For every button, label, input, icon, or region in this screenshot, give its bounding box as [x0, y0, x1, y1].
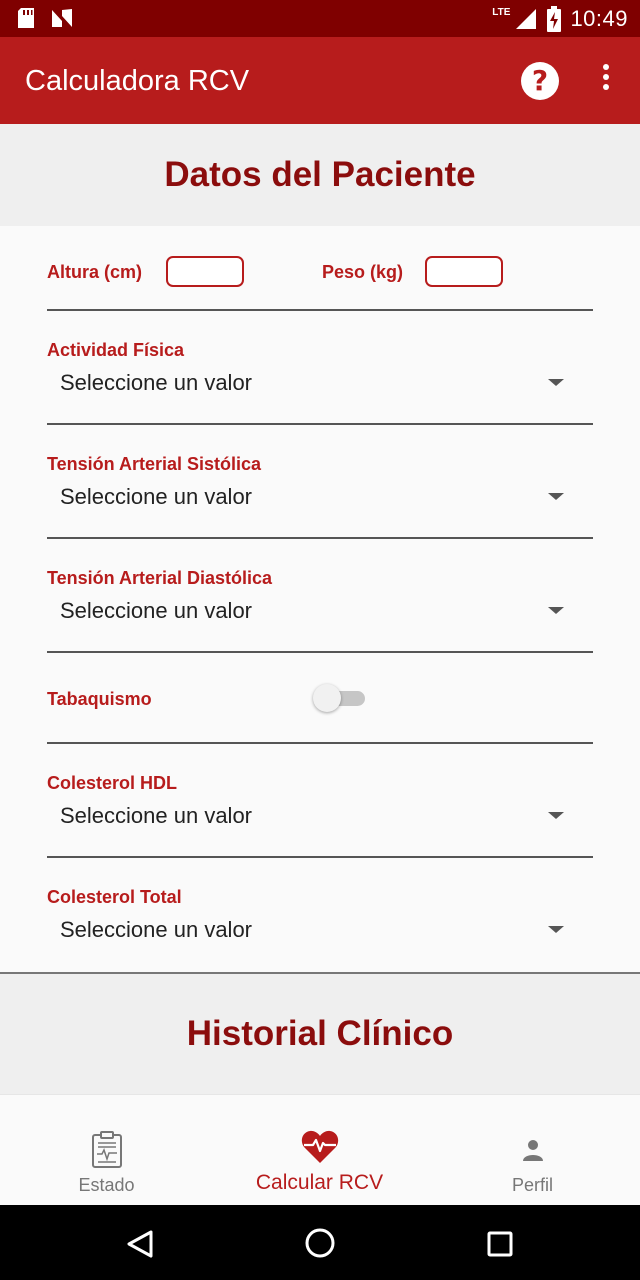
actividad-value: Seleccione un valor	[60, 370, 253, 395]
hdl-value: Seleccione un valor	[60, 803, 253, 828]
divider	[47, 309, 593, 311]
history-section-header[interactable]: Historial Clínico	[0, 972, 640, 1094]
peso-label: Peso (kg)	[322, 262, 404, 282]
chevron-down-icon	[548, 812, 564, 819]
sistolica-value: Seleccione un valor	[60, 484, 253, 509]
diastolica-value: Seleccione un valor	[60, 598, 253, 623]
back-icon[interactable]	[126, 1229, 154, 1259]
tabaquismo-toggle[interactable]	[313, 682, 367, 714]
history-section-title: Historial Clínico	[186, 1014, 454, 1053]
chevron-down-icon	[548, 493, 564, 500]
total-label: Colesterol Total	[47, 887, 182, 907]
nav-calcular-label: Calcular RCV	[255, 1171, 384, 1194]
more-vert-icon[interactable]	[596, 64, 616, 98]
sistolica-label: Tensión Arterial Sistólica	[47, 454, 262, 474]
hdl-label: Colesterol HDL	[47, 773, 178, 793]
altura-input[interactable]	[166, 256, 244, 287]
diastolica-label: Tensión Arterial Diastólica	[47, 568, 273, 588]
app-title: Calculadora RCV	[25, 65, 250, 97]
notification-n-icon	[52, 9, 72, 27]
home-icon[interactable]	[304, 1227, 336, 1259]
chevron-down-icon	[548, 926, 564, 933]
tabaquismo-label: Tabaquismo	[47, 689, 152, 709]
heart-pulse-icon	[301, 1130, 338, 1163]
battery-charging-icon	[547, 6, 562, 32]
divider	[47, 651, 593, 653]
patient-form: Altura (cm) Peso (kg) Actividad Física S…	[0, 226, 640, 972]
sd-card-icon	[18, 8, 34, 28]
chevron-down-icon	[548, 607, 564, 614]
peso-input[interactable]	[425, 256, 503, 287]
person-icon	[522, 1140, 543, 1161]
clipboard-icon	[91, 1131, 122, 1168]
nav-perfil-label: Perfil	[511, 1175, 553, 1195]
divider	[47, 742, 593, 744]
clock: 10:49	[570, 6, 628, 31]
help-circle-icon[interactable]: ?	[521, 62, 559, 100]
divider	[47, 537, 593, 539]
system-navigation-bar	[0, 1205, 640, 1280]
altura-label: Altura (cm)	[47, 262, 143, 282]
divider	[47, 423, 593, 425]
patient-section-title: Datos del Paciente	[164, 155, 476, 194]
nav-estado-label: Estado	[78, 1175, 135, 1195]
total-value: Seleccione un valor	[60, 917, 253, 942]
nav-perfil[interactable]: Perfil	[426, 1095, 639, 1206]
bottom-navigation: Estado Calcular RCV Perfil	[0, 1094, 640, 1205]
nav-calcular-rcv[interactable]: Calcular RCV	[213, 1095, 426, 1206]
app-bar: Calculadora RCV ?	[0, 37, 640, 124]
lte-signal-icon	[516, 9, 537, 29]
status-bar: LTE 10:49	[0, 0, 640, 37]
toggle-thumb	[313, 684, 341, 712]
recents-icon[interactable]	[486, 1230, 514, 1258]
chevron-down-icon	[548, 379, 564, 386]
divider	[47, 856, 593, 858]
lte-label: LTE	[492, 6, 511, 18]
patient-section-header: Datos del Paciente	[0, 124, 640, 226]
actividad-label: Actividad Física	[47, 340, 185, 360]
nav-estado[interactable]: Estado	[0, 1095, 213, 1206]
